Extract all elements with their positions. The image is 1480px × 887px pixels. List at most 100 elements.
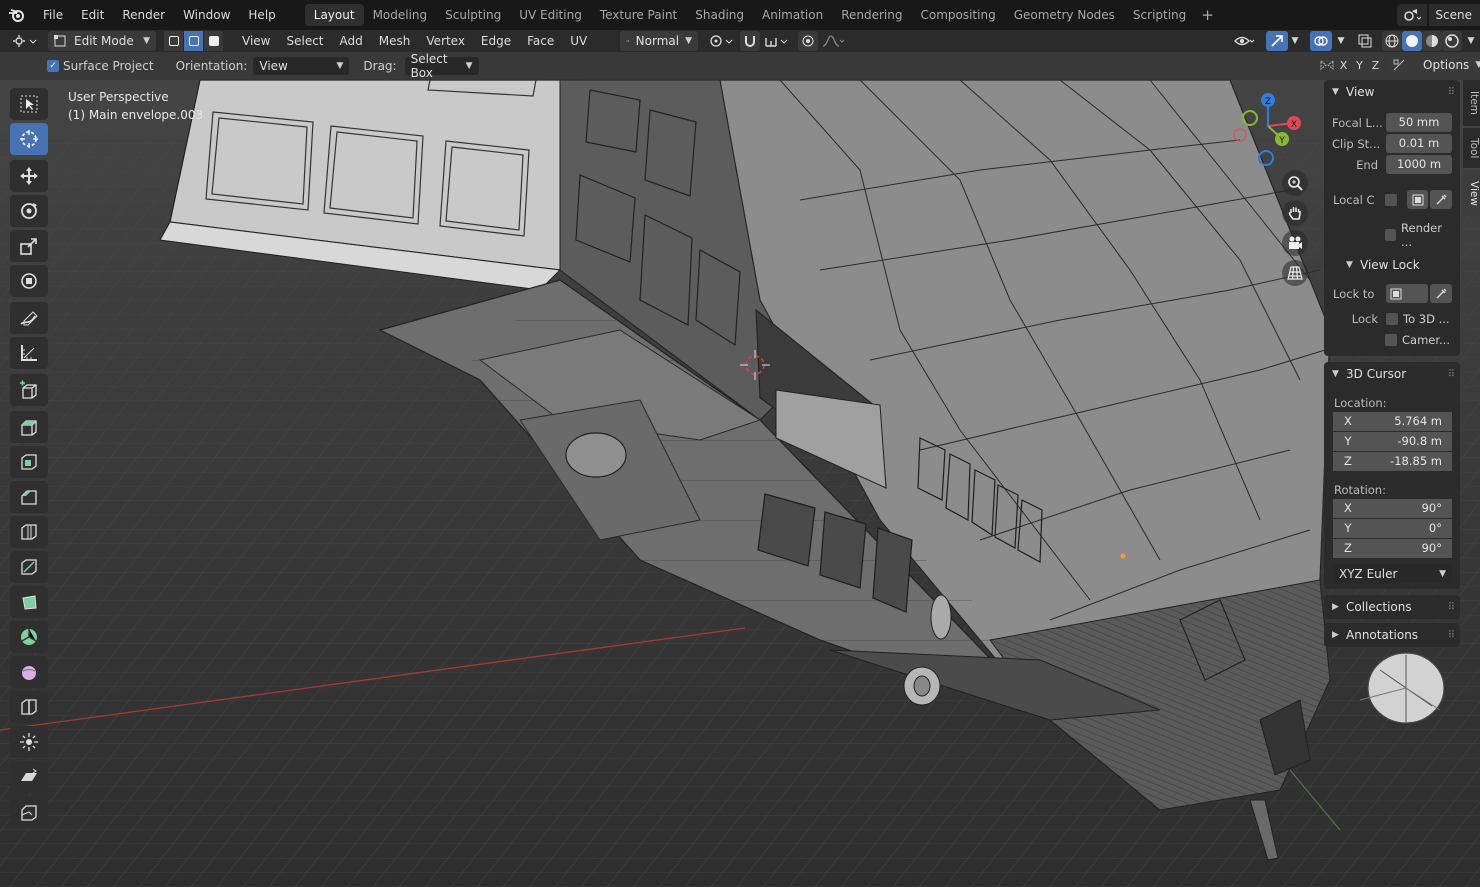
tool-transform[interactable] [10,265,48,297]
scene-selector[interactable]: Scene [1397,4,1480,26]
tool-rotate[interactable] [10,195,48,227]
lock-object-field[interactable] [1386,284,1428,303]
tool-extrude[interactable] [10,411,48,443]
rotation-mode-select[interactable]: XYZ Euler ▼ [1333,564,1452,583]
camera-view-button[interactable] [1282,230,1308,256]
tool-measure[interactable] [10,337,48,369]
lock-to-cursor-checkbox[interactable] [1386,312,1398,325]
tool-knife[interactable] [10,551,48,583]
tool-select[interactable] [10,88,48,120]
shading-solid-button[interactable] [1402,31,1422,51]
rotation-x-field[interactable]: X 90° [1333,499,1452,518]
sidebar-tab-tool[interactable]: Tool [1463,128,1480,168]
shading-material-button[interactable] [1422,31,1442,51]
falloff-button[interactable] [820,31,848,51]
menu-face[interactable]: Face [519,34,562,48]
tool-annotate[interactable] [10,302,48,334]
tab-sculpting[interactable]: Sculpting [436,4,510,26]
location-x-field[interactable]: X 5.764 m [1333,412,1452,431]
tab-scripting[interactable]: Scripting [1124,4,1195,26]
3d-viewport[interactable] [0,52,1480,887]
tool-inset[interactable] [10,446,48,478]
annotations-panel[interactable]: ▶ Annotations ⠿ [1324,623,1460,647]
tool-spin[interactable] [10,621,48,653]
navigation-gizmo[interactable]: Z X Y [1228,88,1308,168]
overlay-toggle[interactable] [1310,31,1332,51]
menu-file[interactable]: File [34,0,72,30]
tab-rendering[interactable]: Rendering [832,4,911,26]
tool-shear[interactable] [10,761,48,793]
tab-modeling[interactable]: Modeling [364,4,437,26]
collections-panel[interactable]: ▶ Collections ⠿ [1324,595,1460,619]
clip-start-field[interactable]: 0.01 m [1386,134,1452,153]
tool-loop-cut[interactable] [10,516,48,548]
drag-grip-icon[interactable]: ⠿ [1448,87,1455,98]
mirror-z-button[interactable]: Z [1368,56,1383,74]
eyedropper-button[interactable] [1430,190,1452,209]
gizmo-toggle[interactable] [1266,31,1288,51]
tool-add-cube[interactable] [10,374,48,406]
clip-end-field[interactable]: 1000 m [1386,155,1452,174]
tool-bevel[interactable] [10,481,48,513]
tool-move[interactable] [10,160,48,192]
shading-dropdown[interactable]: ▼ [1464,31,1478,51]
proportional-edit-toggle[interactable] [798,31,818,51]
overlay-dropdown[interactable]: ▼ [1334,31,1348,51]
vertex-select-button[interactable] [164,31,184,51]
menu-uv[interactable]: UV [562,34,595,48]
location-z-field[interactable]: Z -18.85 m [1333,452,1452,471]
pivot-point-button[interactable] [704,31,738,51]
mirror-y-button[interactable]: Y [1352,56,1367,74]
tab-uv-editing[interactable]: UV Editing [510,4,591,26]
menu-view[interactable]: View [234,34,278,48]
focal-length-field[interactable]: 50 mm [1386,113,1452,132]
menu-vertex[interactable]: Vertex [418,34,473,48]
tab-layout[interactable]: Layout [304,4,364,26]
tool-poly-build[interactable] [10,586,48,618]
camera-to-view-checkbox[interactable] [1385,333,1397,346]
collections-panel-header[interactable]: ▶ Collections ⠿ [1324,595,1460,619]
rotation-y-field[interactable]: Y 0° [1333,519,1452,538]
edge-select-button[interactable] [184,31,204,51]
shading-wireframe-button[interactable] [1382,31,1402,51]
tab-compositing[interactable]: Compositing [911,4,1004,26]
menu-window[interactable]: Window [174,0,239,30]
blender-logo-icon[interactable] [0,0,34,30]
menu-edit[interactable]: Edit [72,0,113,30]
topology-mirror-button[interactable] [1389,56,1409,74]
tab-animation[interactable]: Animation [753,4,832,26]
menu-select[interactable]: Select [278,34,331,48]
face-select-button[interactable] [204,31,224,51]
tool-smooth[interactable] [10,656,48,688]
drag-grip-icon[interactable]: ⠿ [1448,630,1455,641]
view-panel-header[interactable]: ▼ View ⠿ [1324,80,1460,104]
tool-scale[interactable] [10,230,48,262]
render-region-checkbox[interactable] [1385,228,1397,241]
menu-help[interactable]: Help [239,0,284,30]
drag-grip-icon[interactable]: ⠿ [1448,602,1455,613]
tool-rip[interactable] [10,796,48,828]
orientation-select[interactable]: View ▼ [253,57,350,75]
location-y-field[interactable]: Y -90.8 m [1333,432,1452,451]
pan-button[interactable] [1282,200,1308,226]
tool-cursor[interactable] [10,123,48,155]
3d-cursor-panel-header[interactable]: ▼ 3D Cursor ⠿ [1324,362,1460,386]
shading-rendered-button[interactable] [1442,31,1462,51]
tab-shading[interactable]: Shading [686,4,753,26]
mode-dropdown[interactable]: Edit Mode ▼ [48,31,156,51]
view-lock-header[interactable]: ▼ View Lock [1324,253,1460,277]
sidebar-tab-item[interactable]: Item [1463,80,1480,126]
snap-toggle[interactable] [740,31,760,51]
drag-grip-icon[interactable]: ⠿ [1448,369,1455,380]
sidebar-tab-view[interactable]: View [1463,170,1480,216]
camera-object-field[interactable] [1406,190,1429,209]
menu-render[interactable]: Render [113,0,174,30]
zoom-button[interactable] [1282,170,1308,196]
drag-select[interactable]: Select Box ▼ [404,52,479,80]
eyedropper-button[interactable] [1430,284,1452,303]
annotations-panel-header[interactable]: ▶ Annotations ⠿ [1324,623,1460,647]
local-camera-checkbox[interactable] [1385,193,1397,206]
orientation-dropdown[interactable]: Normal ▼ [620,31,698,51]
tool-edge-slide[interactable] [10,691,48,723]
snap-target-button[interactable] [762,31,792,51]
